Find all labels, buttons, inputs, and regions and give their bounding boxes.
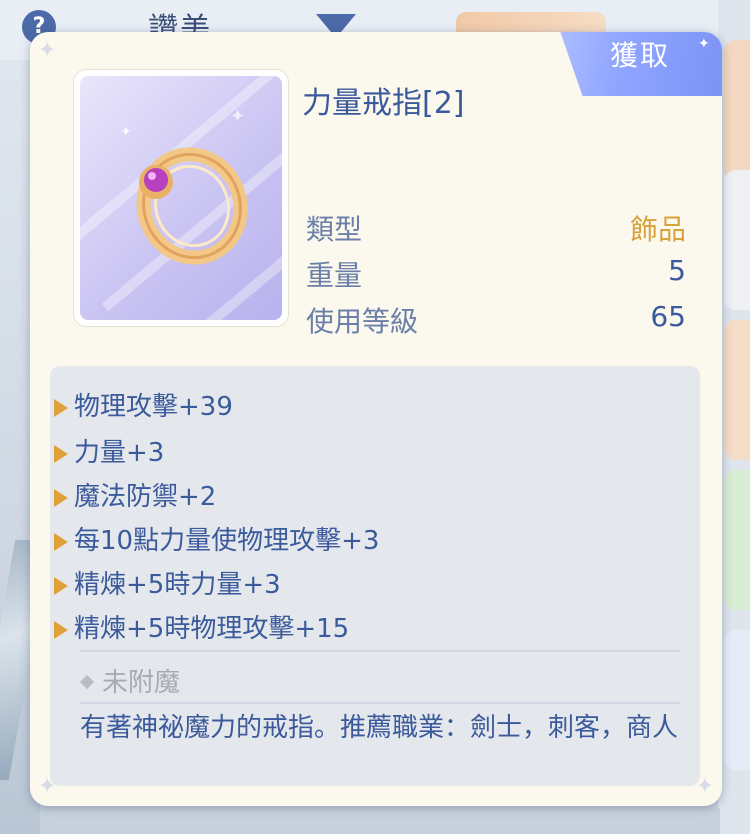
stat-value: 5: [668, 254, 686, 287]
bullet-triangle-icon: [54, 621, 68, 639]
item-detail-panel: ✦ ✦ ✦ 獲取 ✦ ✦ ✦ 力量戒指[2] 類型 飾品 重量 5 使用等級 6…: [30, 32, 722, 806]
background-item-slot: [724, 630, 750, 770]
background-item-slot: [724, 40, 750, 180]
diamond-icon: [79, 674, 95, 690]
stat-row-level: 使用等級 65: [306, 300, 686, 340]
background-item-slot: [724, 170, 750, 310]
bullet-triangle-icon: [54, 445, 68, 463]
stat-value: 65: [650, 300, 686, 333]
item-description: 有著神祕魔力的戒指。推薦職業：劍士，刺客，商人: [80, 713, 679, 743]
effect-line: 力量+3: [54, 432, 164, 468]
stat-row-weight: 重量 5: [306, 254, 686, 294]
background-item-slot: [724, 320, 750, 460]
item-name: 力量戒指[2]: [302, 86, 465, 121]
divider: [80, 702, 680, 704]
enchant-status: 未附魔: [79, 662, 180, 699]
effect-line: 精煉+5時物理攻擊+15: [54, 608, 349, 644]
background-bottom-strip: [40, 808, 720, 834]
bullet-triangle-icon: [54, 577, 68, 595]
bullet-triangle-icon: [54, 533, 68, 551]
bullet-triangle-icon: [54, 489, 68, 507]
stat-label: 重量: [306, 259, 363, 292]
stat-row-type: 類型 飾品: [306, 208, 686, 248]
stat-label: 使用等級: [306, 305, 419, 338]
svg-text:✦: ✦: [120, 124, 132, 140]
item-image-frame: ✦ ✦: [74, 70, 288, 326]
effect-line: 魔法防禦+2: [54, 476, 216, 512]
ring-icon: ✦ ✦: [120, 106, 248, 265]
effect-line: 物理攻擊+39: [54, 386, 233, 422]
item-image: ✦ ✦: [80, 76, 282, 320]
svg-text:✦: ✦: [230, 106, 245, 127]
divider: [80, 650, 680, 652]
stat-label: 類型: [306, 213, 363, 246]
acquire-button[interactable]: 獲取: [610, 34, 670, 74]
sparkle-icon: ✦: [698, 36, 710, 52]
corner-ornament-icon: ✦: [38, 38, 57, 63]
effect-line: 每10點力量使物理攻擊+3: [54, 520, 379, 556]
background-item-slot: [724, 470, 750, 610]
effect-line: 精煉+5時力量+3: [54, 564, 281, 600]
stat-value: 飾品: [629, 213, 686, 246]
item-effects-box: 物理攻擊+39 力量+3 魔法防禦+2 每10點力量使物理攻擊+3 精煉+5時力…: [50, 366, 700, 786]
bullet-triangle-icon: [54, 399, 68, 417]
